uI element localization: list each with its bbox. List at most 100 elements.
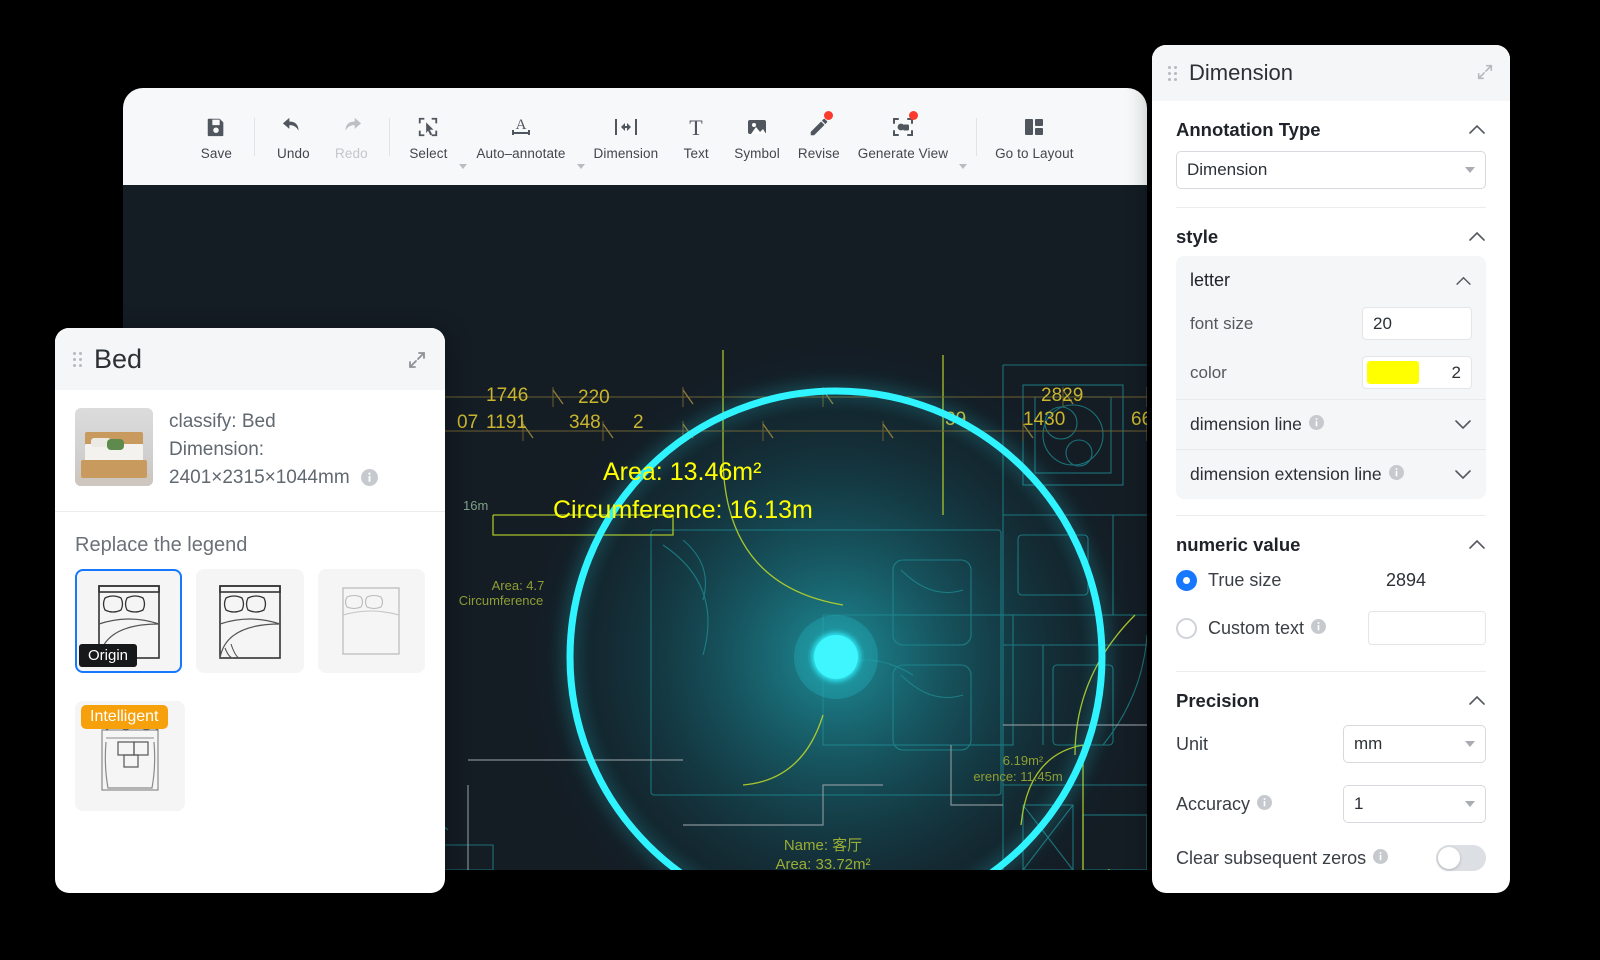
expand-icon[interactable] — [407, 350, 427, 375]
dimension-extension-line-row[interactable]: dimension extension line — [1176, 449, 1486, 499]
chevron-down-icon — [1465, 741, 1475, 747]
info-icon[interactable] — [1373, 848, 1389, 869]
toolbar-button-dimension[interactable]: Dimension — [585, 112, 668, 161]
custom-text-row[interactable]: Custom text — [1176, 599, 1486, 653]
chevron-up-icon[interactable] — [1468, 120, 1486, 140]
section-header[interactable]: Annotation Type — [1176, 101, 1486, 151]
radio-true-size[interactable] — [1176, 570, 1197, 591]
toolbar-button-select[interactable]: Select — [399, 112, 457, 161]
section-title: Annotation Type — [1176, 119, 1321, 140]
dimension-panel-title: Dimension — [1189, 60, 1293, 85]
accuracy-label: Accuracy — [1176, 793, 1251, 814]
symbol-icon — [745, 112, 769, 142]
chevron-down-icon[interactable] — [459, 164, 468, 169]
info-icon[interactable] — [1257, 794, 1273, 815]
dim-number: 66 — [1131, 409, 1147, 430]
bed-panel-title: Bed — [94, 343, 143, 374]
section-header[interactable]: Precision — [1176, 672, 1486, 714]
bed-panel-header[interactable]: Bed — [55, 328, 445, 390]
clear-zeros-label: Clear subsequent zeros — [1176, 847, 1367, 868]
dim-number: 1191 — [486, 412, 527, 433]
accuracy-select[interactable]: 1 — [1343, 785, 1486, 823]
info-icon[interactable] — [1388, 464, 1404, 485]
dimension-extension-line-label: dimension extension line — [1190, 464, 1382, 484]
dimension-icon — [613, 112, 639, 142]
auto-annotate-icon: A — [508, 112, 534, 142]
chevron-up-icon[interactable] — [1468, 535, 1486, 555]
clear-zeros-toggle[interactable] — [1436, 845, 1486, 871]
replace-legend-title: Replace the legend — [75, 534, 248, 557]
radio-custom-text[interactable] — [1176, 617, 1197, 639]
dim-number: 2829 — [1041, 385, 1083, 406]
expand-icon[interactable] — [1476, 63, 1494, 86]
true-size-value: 2894 — [1385, 570, 1426, 590]
accuracy-value: 1 — [1354, 794, 1364, 813]
chevron-down-icon — [1465, 801, 1475, 807]
bed-info-row: classify: Bed Dimension: 2401×2315×1044m… — [55, 390, 445, 513]
toolbar-button-generate-view[interactable]: Generate View — [849, 111, 957, 161]
bed-classify: classify: Bed — [169, 411, 276, 432]
chevron-up-icon[interactable] — [1468, 691, 1486, 711]
font-size-input[interactable]: 20 — [1362, 307, 1472, 340]
chevron-up-icon[interactable] — [1468, 227, 1486, 247]
color-input[interactable]: 2 — [1362, 356, 1472, 389]
chevron-down-icon[interactable] — [1454, 415, 1472, 435]
dim-number: 348 — [569, 412, 601, 433]
info-icon[interactable] — [360, 467, 378, 495]
chevron-up-icon[interactable] — [1455, 271, 1472, 291]
toolbar-button-text[interactable]: T Text — [667, 112, 725, 161]
legend-option-origin[interactable]: Origin — [75, 569, 183, 674]
unit-select[interactable]: mm — [1343, 725, 1486, 763]
true-size-label: True size — [1208, 570, 1282, 590]
info-icon[interactable] — [1311, 618, 1327, 639]
section-numeric-value: numeric value True size 2894 Custom text — [1152, 516, 1510, 672]
color-value: 2 — [1451, 362, 1461, 382]
toolbar-button-save[interactable]: Save — [187, 112, 245, 161]
toolbar-divider — [254, 117, 256, 156]
app-root: Save Undo Redo Select A Auto–annotate Di… — [0, 0, 1600, 960]
room-area-label: Area: — [1104, 866, 1135, 870]
intelligent-option-wrap: Intelligent — [55, 673, 445, 812]
chevron-down-icon[interactable] — [576, 164, 585, 169]
dim-number: 1430 — [1023, 409, 1065, 430]
chevron-down-icon[interactable] — [959, 164, 968, 169]
letter-subsection-header[interactable]: letter — [1176, 256, 1486, 301]
toolbar-button-redo[interactable]: Redo — [322, 112, 380, 161]
true-size-row[interactable]: True size 2894 — [1176, 562, 1486, 599]
annotation-type-select[interactable]: Dimension — [1176, 151, 1486, 189]
color-swatch[interactable] — [1367, 361, 1419, 384]
dimension-properties-panel: Dimension Annotation Type Dimension styl… — [1152, 45, 1510, 893]
toolbar-button-go-to-layout[interactable]: Go to Layout — [986, 112, 1083, 161]
info-icon[interactable] — [1308, 414, 1324, 435]
legend-option-3[interactable] — [317, 569, 425, 674]
section-title: style — [1176, 226, 1219, 247]
section-style: style — [1152, 208, 1510, 252]
font-size-value: 20 — [1373, 313, 1392, 333]
section-header[interactable]: numeric value — [1176, 516, 1486, 562]
toolbar-button-revise[interactable]: Revise — [789, 111, 849, 161]
drag-handle-icon[interactable] — [1168, 65, 1177, 81]
toolbar-label: Dimension — [593, 146, 659, 161]
bed-meta: classify: Bed Dimension: 2401×2315×1044m… — [169, 408, 378, 495]
toolbar-button-auto-annotate[interactable]: A Auto–annotate — [467, 112, 574, 161]
bed-plan-icon — [219, 585, 281, 660]
notification-dot — [823, 111, 833, 120]
notification-dot — [908, 111, 918, 120]
toolbar-label: Go to Layout — [995, 146, 1074, 161]
legend-options-row: Origin — [55, 569, 445, 674]
legend-option-2[interactable] — [196, 569, 304, 674]
color-row: color 2 — [1176, 350, 1486, 399]
dimension-panel-header[interactable]: Dimension — [1152, 45, 1510, 101]
toolbar-label: Symbol — [734, 146, 780, 161]
chevron-down-icon[interactable] — [1454, 465, 1472, 485]
legend-option-intelligent[interactable]: Intelligent — [75, 701, 185, 812]
dim-number: 2 — [633, 412, 644, 433]
bed-thumbnail — [75, 408, 153, 486]
custom-text-input[interactable] — [1368, 611, 1486, 645]
section-header[interactable]: style — [1176, 208, 1486, 252]
toolbar-button-undo[interactable]: Undo — [264, 112, 322, 161]
toolbar-button-symbol[interactable]: Symbol — [725, 112, 789, 161]
subsection-title: letter — [1190, 270, 1231, 290]
drag-handle-icon[interactable] — [73, 351, 82, 367]
dimension-line-row[interactable]: dimension line — [1176, 399, 1486, 449]
